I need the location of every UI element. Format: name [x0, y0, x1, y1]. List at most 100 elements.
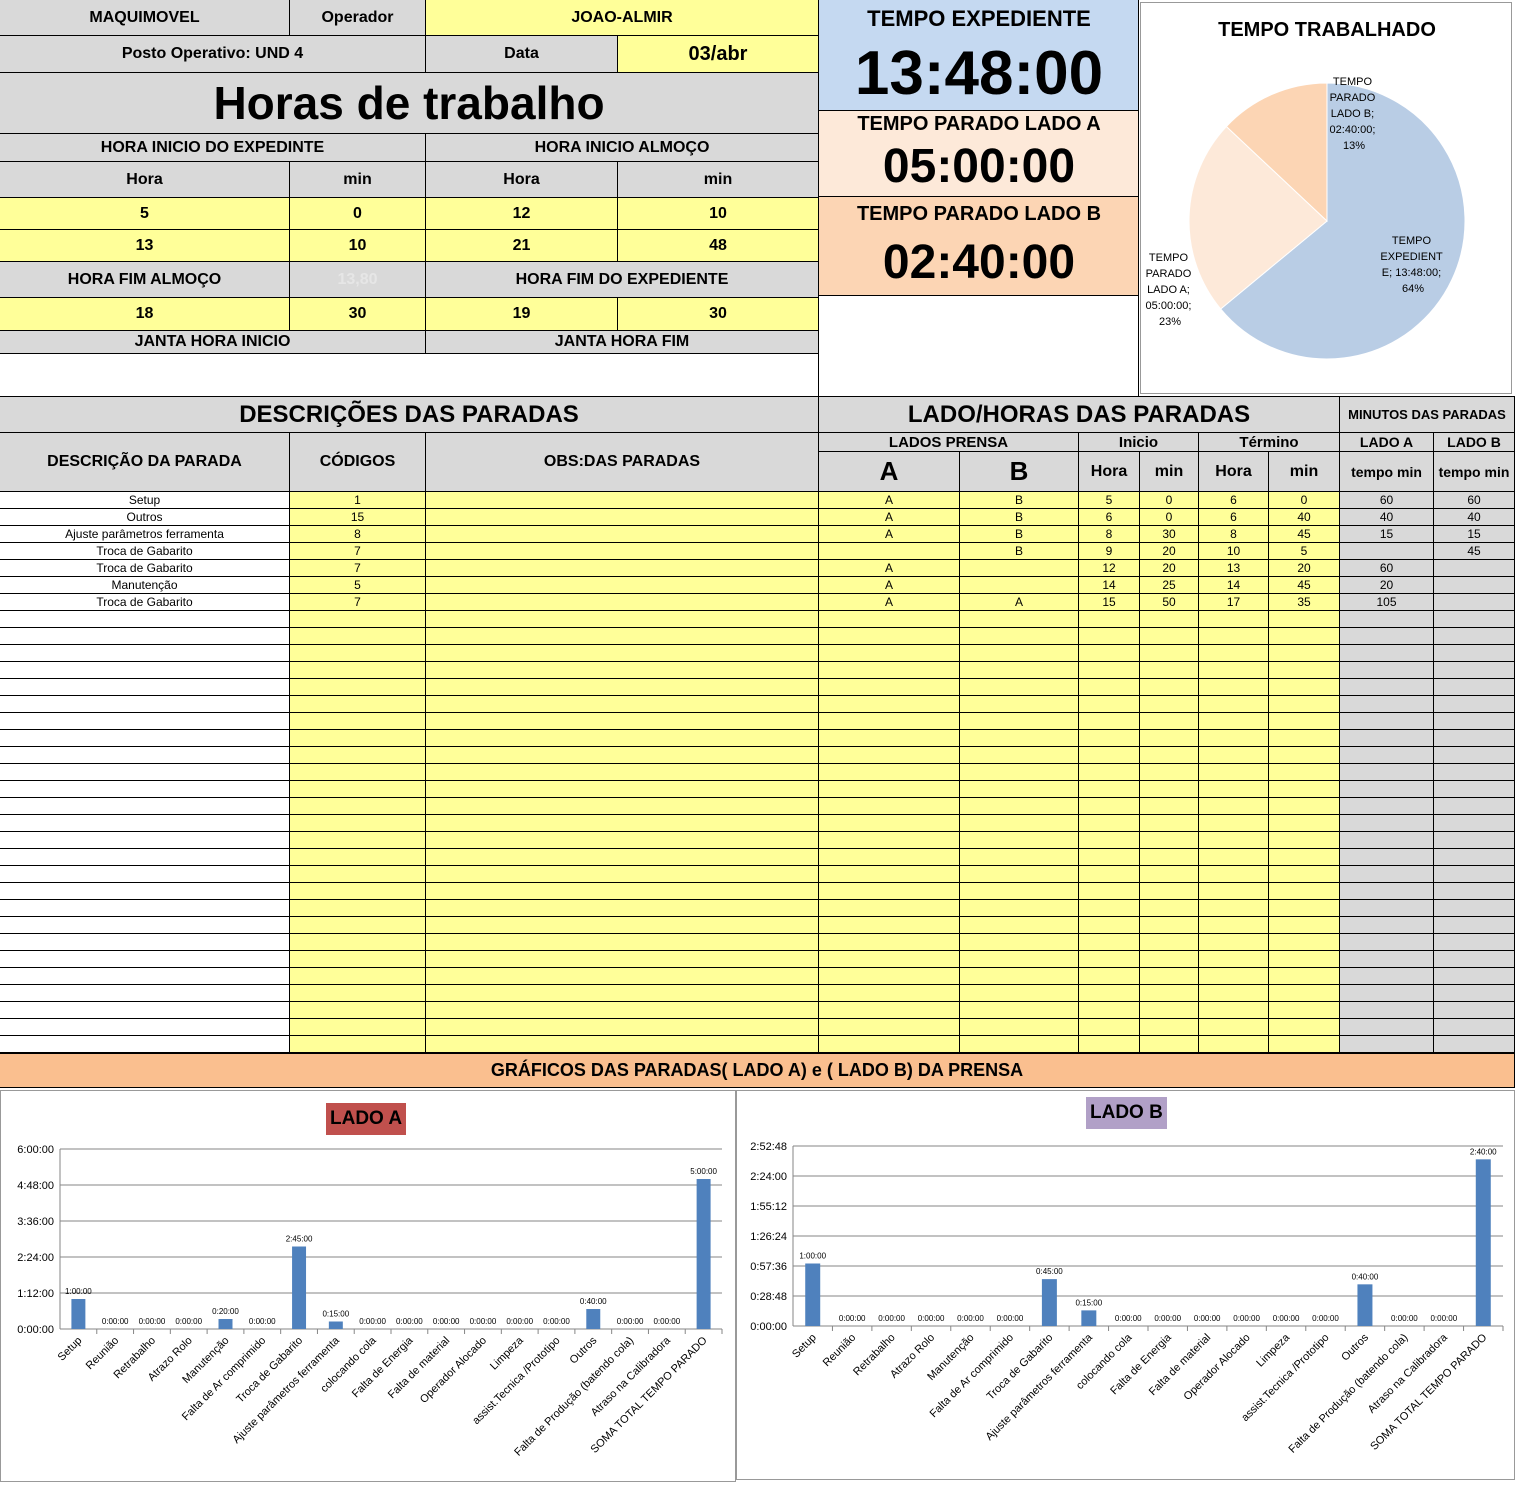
row-termino-hora[interactable] — [1199, 1002, 1269, 1019]
row-lado-a[interactable] — [819, 900, 960, 917]
row-descricao[interactable] — [0, 866, 290, 883]
row-descricao[interactable] — [0, 900, 290, 917]
row-lado-b[interactable] — [960, 968, 1079, 985]
row-termino-min[interactable]: 5 — [1269, 543, 1340, 560]
row-lado-a[interactable] — [819, 866, 960, 883]
row-lado-a[interactable] — [819, 611, 960, 628]
row-termino-hora[interactable] — [1199, 815, 1269, 832]
row-codigo[interactable] — [290, 951, 426, 968]
hours-input[interactable]: 10 — [618, 198, 819, 230]
row-obs[interactable] — [426, 1036, 819, 1053]
row-termino-min[interactable]: 20 — [1269, 560, 1340, 577]
row-obs[interactable] — [426, 951, 819, 968]
row-codigo[interactable] — [290, 798, 426, 815]
row-codigo[interactable] — [290, 1036, 426, 1053]
row-obs[interactable] — [426, 764, 819, 781]
row-inicio-min[interactable] — [1140, 679, 1199, 696]
row-descricao[interactable] — [0, 1002, 290, 1019]
row-descricao[interactable] — [0, 934, 290, 951]
row-inicio-min[interactable] — [1140, 798, 1199, 815]
row-termino-hora[interactable] — [1199, 645, 1269, 662]
row-lado-b[interactable] — [960, 645, 1079, 662]
row-inicio-hora[interactable]: 9 — [1079, 543, 1140, 560]
janta-blank-row[interactable] — [0, 354, 819, 397]
row-inicio-min[interactable] — [1140, 866, 1199, 883]
row-inicio-min[interactable] — [1140, 815, 1199, 832]
row-lado-a[interactable] — [819, 747, 960, 764]
row-termino-min[interactable]: 45 — [1269, 577, 1340, 594]
row-inicio-min[interactable]: 0 — [1140, 492, 1199, 509]
row-obs[interactable] — [426, 832, 819, 849]
row-inicio-min[interactable] — [1140, 730, 1199, 747]
row-inicio-hora[interactable]: 6 — [1079, 509, 1140, 526]
row-inicio-min[interactable] — [1140, 883, 1199, 900]
row-descricao[interactable] — [0, 696, 290, 713]
row-codigo[interactable] — [290, 866, 426, 883]
row-termino-min[interactable] — [1269, 951, 1340, 968]
row-obs[interactable] — [426, 985, 819, 1002]
row-lado-a[interactable] — [819, 1019, 960, 1036]
row-descricao[interactable] — [0, 764, 290, 781]
row-termino-hora[interactable] — [1199, 917, 1269, 934]
row-lado-a[interactable] — [819, 934, 960, 951]
row-inicio-min[interactable] — [1140, 1036, 1199, 1053]
row-lado-a[interactable] — [819, 985, 960, 1002]
row-obs[interactable] — [426, 560, 819, 577]
row-lado-b[interactable] — [960, 917, 1079, 934]
row-termino-hora[interactable]: 13 — [1199, 560, 1269, 577]
row-inicio-min[interactable] — [1140, 934, 1199, 951]
row-inicio-hora[interactable] — [1079, 832, 1140, 849]
row-inicio-min[interactable] — [1140, 764, 1199, 781]
row-termino-min[interactable] — [1269, 1036, 1340, 1053]
row-lado-a[interactable] — [819, 781, 960, 798]
hours-input[interactable]: 12 — [426, 198, 618, 230]
row-inicio-hora[interactable] — [1079, 662, 1140, 679]
row-termino-min[interactable] — [1269, 764, 1340, 781]
row-codigo[interactable] — [290, 679, 426, 696]
row-descricao[interactable] — [0, 1019, 290, 1036]
row-inicio-min[interactable]: 20 — [1140, 543, 1199, 560]
row-descricao[interactable] — [0, 951, 290, 968]
row-lado-a[interactable] — [819, 968, 960, 985]
row-lado-b[interactable] — [960, 713, 1079, 730]
row-inicio-hora[interactable]: 12 — [1079, 560, 1140, 577]
row-termino-min[interactable] — [1269, 934, 1340, 951]
row-lado-a[interactable] — [819, 798, 960, 815]
row-termino-hora[interactable] — [1199, 662, 1269, 679]
row-codigo[interactable] — [290, 611, 426, 628]
row-descricao[interactable] — [0, 815, 290, 832]
row-codigo[interactable] — [290, 934, 426, 951]
row-termino-hora[interactable] — [1199, 985, 1269, 1002]
row-termino-hora[interactable] — [1199, 866, 1269, 883]
row-lado-b[interactable] — [960, 815, 1079, 832]
row-obs[interactable] — [426, 492, 819, 509]
row-codigo[interactable] — [290, 849, 426, 866]
row-codigo[interactable] — [290, 764, 426, 781]
row-termino-min[interactable] — [1269, 900, 1340, 917]
row-lado-b[interactable] — [960, 832, 1079, 849]
row-inicio-min[interactable] — [1140, 747, 1199, 764]
row-obs[interactable] — [426, 900, 819, 917]
hours-input[interactable]: 30 — [618, 298, 819, 331]
row-lado-b[interactable]: B — [960, 526, 1079, 543]
row-termino-min[interactable] — [1269, 849, 1340, 866]
row-termino-hora[interactable] — [1199, 611, 1269, 628]
row-codigo[interactable] — [290, 917, 426, 934]
row-inicio-min[interactable] — [1140, 985, 1199, 1002]
row-descricao[interactable] — [0, 832, 290, 849]
row-termino-min[interactable] — [1269, 628, 1340, 645]
row-termino-hora[interactable] — [1199, 628, 1269, 645]
row-inicio-hora[interactable] — [1079, 747, 1140, 764]
row-obs[interactable] — [426, 1019, 819, 1036]
row-lado-b[interactable] — [960, 781, 1079, 798]
date-value-cell[interactable]: 03/abr — [618, 36, 819, 73]
row-termino-min[interactable] — [1269, 866, 1340, 883]
row-inicio-min[interactable] — [1140, 645, 1199, 662]
row-lado-a[interactable] — [819, 679, 960, 696]
hours-input[interactable]: 13 — [0, 230, 290, 262]
row-obs[interactable] — [426, 934, 819, 951]
row-codigo[interactable]: 15 — [290, 509, 426, 526]
row-lado-a[interactable] — [819, 883, 960, 900]
row-obs[interactable] — [426, 798, 819, 815]
row-lado-b[interactable] — [960, 679, 1079, 696]
